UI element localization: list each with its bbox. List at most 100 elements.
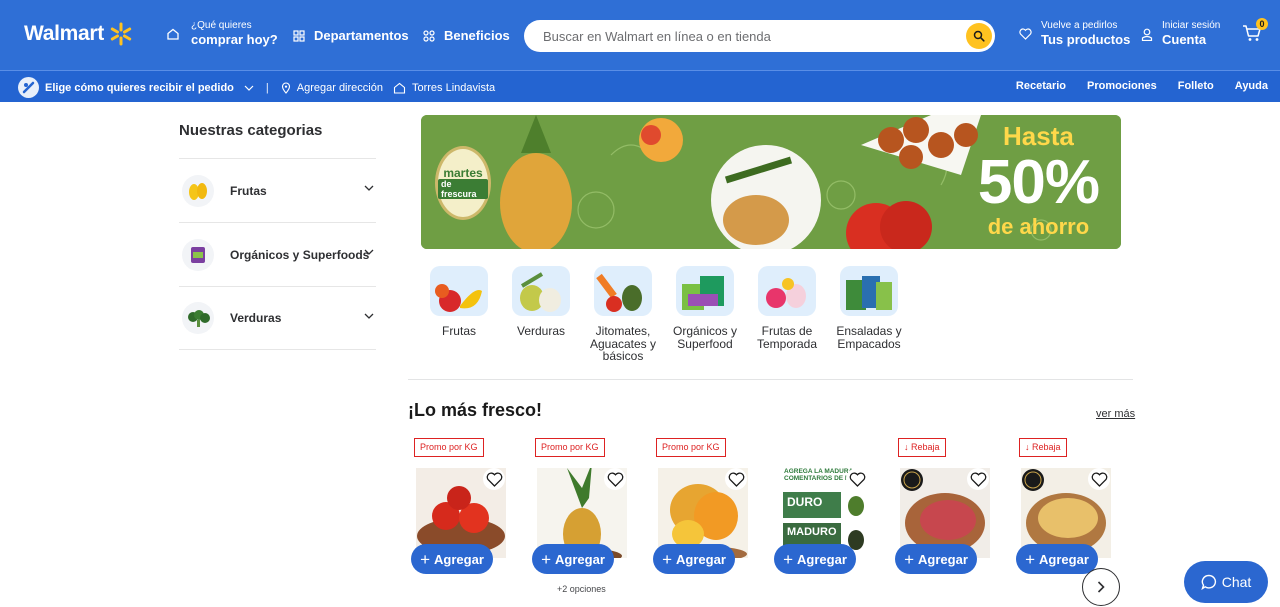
- sidebar-item-frutas[interactable]: Frutas: [179, 158, 376, 222]
- add-label: Agregar: [918, 551, 968, 567]
- search-button[interactable]: [966, 23, 992, 49]
- product-card[interactable]: Promo por KG + Agregar: [653, 438, 767, 603]
- what-to-buy-small: ¿Qué quieres: [191, 20, 252, 31]
- favorite-button[interactable]: [604, 468, 626, 490]
- category-image: [840, 266, 898, 316]
- chat-button[interactable]: Chat: [1184, 561, 1268, 603]
- add-address-link[interactable]: Agregar dirección: [297, 82, 383, 94]
- chevron-down-icon[interactable]: [244, 85, 254, 91]
- carousel-next-button[interactable]: [1082, 568, 1120, 606]
- favorite-button[interactable]: [846, 468, 868, 490]
- sidebar-title: Nuestras categorias: [179, 122, 323, 139]
- favorite-button[interactable]: [483, 468, 505, 490]
- product-card[interactable]: AGREGA LA MADURAC COMENTARIOS DE LA DURO …: [774, 438, 888, 603]
- walmart-logo[interactable]: Walmart: [24, 22, 133, 46]
- category-label: Ensaladas y Empacados: [836, 324, 902, 351]
- product-card[interactable]: Promo por KG + Agregar: [411, 438, 525, 603]
- heart-icon: [970, 472, 986, 487]
- flyer-link[interactable]: Folleto: [1178, 80, 1214, 92]
- add-to-cart-button[interactable]: + Agregar: [411, 544, 493, 574]
- add-to-cart-button[interactable]: + Agregar: [653, 544, 735, 574]
- delivery-icon: [18, 77, 39, 98]
- category-image: [430, 266, 488, 316]
- location-pin-icon: [281, 81, 290, 94]
- product-card[interactable]: Promo por KG + Agregar +2 opciones: [532, 438, 646, 603]
- add-label: Agregar: [555, 551, 605, 567]
- benefits-grid-icon: [423, 29, 435, 42]
- favorite-button[interactable]: [1088, 468, 1110, 490]
- category-label: Verduras: [516, 324, 566, 338]
- reorder-button[interactable]: Vuelve a pedirlos Tus productos: [1019, 20, 1130, 48]
- store-icon: [393, 82, 406, 94]
- sidebar-item-label: Verduras: [230, 311, 282, 325]
- heart-icon: [1019, 28, 1032, 40]
- category-frutas-temporada[interactable]: Frutas de Temporada: [746, 266, 828, 363]
- search-bar: [524, 20, 995, 52]
- add-label: Agregar: [797, 551, 847, 567]
- favorite-button[interactable]: [725, 468, 747, 490]
- plus-icon: +: [904, 549, 915, 569]
- account-small: Iniciar sesión: [1162, 20, 1221, 31]
- search-input[interactable]: [543, 20, 963, 52]
- departments-button[interactable]: Departamentos: [293, 28, 409, 43]
- product-card[interactable]: ↓ Rebaja + Agregar: [895, 438, 1009, 603]
- category-image: [676, 266, 734, 316]
- options-count[interactable]: +2 opciones: [557, 584, 606, 594]
- add-to-cart-button[interactable]: + Agregar: [1016, 544, 1098, 574]
- banner-offer-text: Hasta 50% de ahorro: [977, 121, 1100, 240]
- home-icon: [167, 28, 179, 40]
- category-organicos[interactable]: Orgánicos y Superfood: [664, 266, 746, 363]
- section-divider: [408, 379, 1133, 380]
- ripeness-note-line: COMENTARIOS DE LA: [784, 475, 854, 482]
- add-to-cart-button[interactable]: + Agregar: [532, 544, 614, 574]
- add-to-cart-button[interactable]: + Agregar: [774, 544, 856, 574]
- category-sidebar: Nuestras categorias Frutas Orgánicos y S…: [179, 122, 376, 350]
- benefits-label: Beneficios: [444, 28, 510, 43]
- heart-icon: [728, 472, 744, 487]
- store-link[interactable]: Torres Lindavista: [412, 82, 495, 94]
- martes-de-frescura-badge: martes de frescura: [435, 146, 491, 220]
- promo-banner[interactable]: martes de frescura Hasta 50% de ahorro: [421, 115, 1121, 249]
- chevron-down-icon: [364, 313, 374, 319]
- plus-icon: +: [662, 549, 673, 569]
- chevron-down-icon: [364, 185, 374, 191]
- category-label: Frutas de Temporada: [756, 324, 818, 351]
- delivery-bar: Elige cómo quieres recibir el pedido | A…: [0, 70, 1280, 102]
- sidebar-item-organicos[interactable]: Orgánicos y Superfoods: [179, 222, 376, 286]
- category-ensaladas[interactable]: Ensaladas y Empacados: [828, 266, 910, 363]
- category-jitomates[interactable]: Jitomates, Aguacates y básicos: [582, 266, 664, 363]
- account-button[interactable]: Iniciar sesión Cuenta: [1141, 20, 1220, 48]
- sidebar-item-verduras[interactable]: Verduras: [179, 286, 376, 350]
- heart-icon: [1091, 472, 1107, 487]
- add-to-cart-button[interactable]: + Agregar: [895, 544, 977, 574]
- what-to-buy-button[interactable]: ¿Qué quieres comprar hoy?: [166, 20, 278, 48]
- plus-icon: +: [420, 549, 431, 569]
- chevron-right-icon: [1097, 581, 1105, 593]
- chat-bubble-icon: [1201, 574, 1216, 590]
- category-frutas[interactable]: Frutas: [418, 266, 500, 363]
- cart-count-badge: 0: [1256, 18, 1268, 30]
- discount-label: Rebaja: [1032, 442, 1061, 452]
- see-more-link[interactable]: ver más: [1096, 408, 1135, 420]
- spark-icon: [110, 22, 132, 46]
- category-verduras[interactable]: Verduras: [500, 266, 582, 363]
- benefits-button[interactable]: Beneficios: [423, 28, 510, 43]
- recipes-link[interactable]: Recetario: [1016, 80, 1066, 92]
- plus-icon: +: [1025, 549, 1036, 569]
- separator: |: [265, 81, 269, 94]
- heart-icon: [849, 472, 865, 487]
- promotions-link[interactable]: Promociones: [1087, 80, 1157, 92]
- what-to-buy-big: comprar hoy?: [191, 32, 278, 47]
- departments-label: Departamentos: [314, 28, 409, 43]
- discount-tag: ↓ Rebaja: [1019, 438, 1067, 457]
- sidebar-item-label: Frutas: [230, 183, 267, 198]
- add-label: Agregar: [1039, 551, 1089, 567]
- discount-label: Rebaja: [911, 442, 940, 452]
- banner-percent: 50%: [977, 148, 1100, 217]
- chevron-down-icon: [364, 249, 374, 255]
- heart-icon: [486, 472, 502, 487]
- arrow-down-icon: ↓: [904, 442, 909, 452]
- help-link[interactable]: Ayuda: [1235, 80, 1268, 92]
- favorite-button[interactable]: [967, 468, 989, 490]
- delivery-method-button[interactable]: Elige cómo quieres recibir el pedido: [45, 82, 234, 94]
